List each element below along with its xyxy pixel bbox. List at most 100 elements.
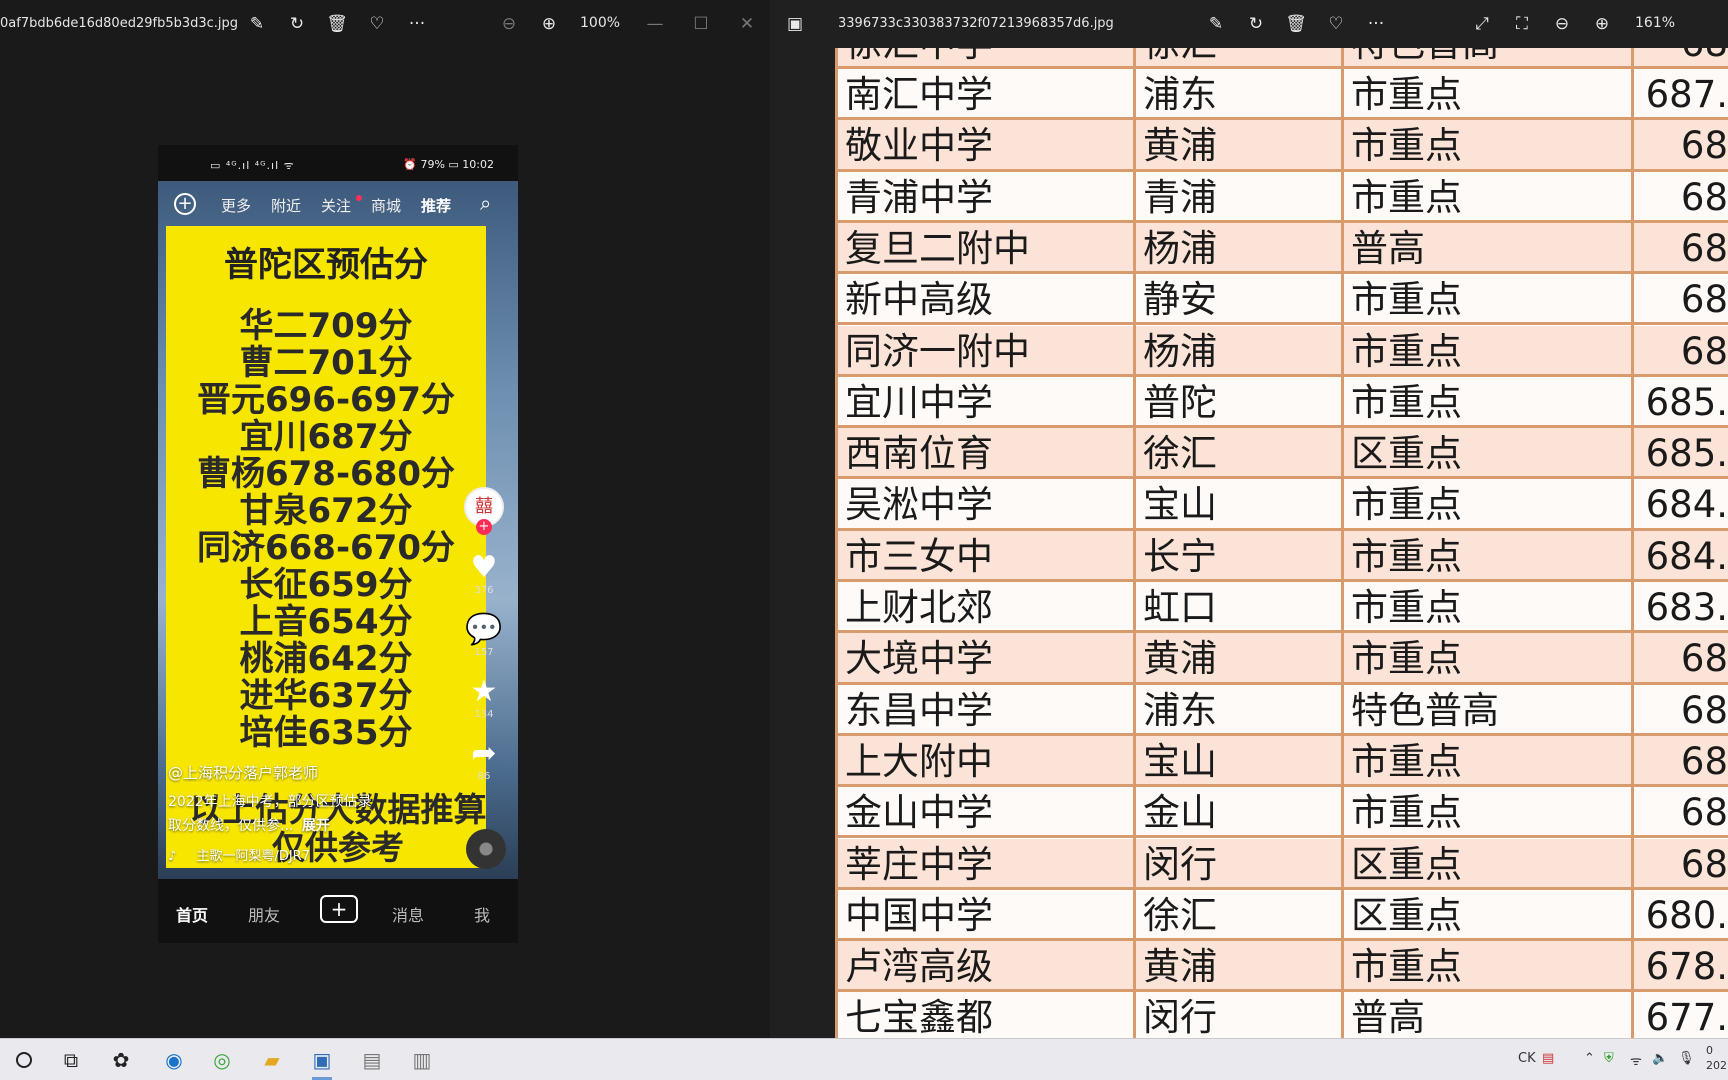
cell-score: 684.: [1645, 483, 1728, 527]
column-divider: [1631, 48, 1634, 1038]
score-line: 曹杨678-680分: [196, 454, 456, 494]
score-line: 晋元696-697分: [196, 380, 456, 420]
cell-type: 区重点: [1351, 432, 1462, 476]
zoom-in-icon[interactable]: ⊕: [537, 12, 561, 36]
create-plus-button[interactable]: +: [320, 895, 358, 923]
star-icon: ★: [470, 674, 498, 709]
heart-icon: ♥: [470, 550, 498, 585]
like-count: 376: [474, 585, 494, 596]
table-row: 敬业中学 黄浦 市重点 68: [835, 120, 1728, 172]
more-icon[interactable]: ···: [1364, 12, 1388, 36]
table-row: 中国中学 徐汇 区重点 680.: [835, 889, 1728, 942]
nav-follow[interactable]: 关注: [321, 195, 351, 216]
windows-taskbar: ⧉ ✿ ◉ ◎ ▰ ▣ ▤ ▥ CK ▤ ⌃ ⛨ ᯤ 🔈 🎙 0 202: [0, 1038, 1728, 1080]
cell-type: 特色普高: [1351, 688, 1499, 732]
music-disc-icon[interactable]: [466, 829, 506, 869]
favorite-icon[interactable]: ♡: [1324, 12, 1348, 36]
nav-nearby[interactable]: 附近: [271, 195, 301, 216]
tray-ime-text[interactable]: CK: [1518, 1051, 1536, 1066]
fullscreen-icon[interactable]: ⤢: [1470, 12, 1494, 36]
cell-district: 宝山: [1143, 739, 1217, 783]
task-view-icon[interactable]: ⧉: [57, 1046, 85, 1074]
music-title: 主歌一阿梨粤/DJR7: [196, 849, 310, 864]
close-icon[interactable]: ✕: [735, 12, 759, 36]
app-s-icon[interactable]: ✿: [107, 1046, 135, 1074]
cell-type: 市重点: [1351, 124, 1462, 168]
zoom-in-icon[interactable]: ⊕: [1590, 12, 1614, 36]
edge-browser-icon[interactable]: ◉: [160, 1046, 188, 1074]
bottom-nav-home[interactable]: 首页: [176, 902, 208, 926]
delete-icon[interactable]: 🗑: [325, 12, 349, 36]
tray-pdf-icon[interactable]: ▤: [1542, 1051, 1554, 1066]
bottom-nav-friends[interactable]: 朋友: [248, 902, 280, 926]
file-explorer-icon[interactable]: ▰: [258, 1046, 286, 1074]
cell-type: 市重点: [1351, 329, 1462, 373]
phone-status-bar: ▭ ⁴ᴳ.ıl ⁴ᴳ.ıl ᯤ ⏰ 79% ▭ 10:02: [158, 145, 518, 181]
green-browser-icon[interactable]: ◎: [208, 1046, 236, 1074]
cell-school: 卢湾高级: [845, 945, 993, 989]
comment-button[interactable]: 💬 157: [464, 612, 504, 659]
music-line[interactable]: ♪ 主歌一阿梨粤/DJR7: [168, 845, 310, 864]
cell-school: 上大附中: [845, 739, 993, 783]
cell-school: 青浦中学: [845, 175, 993, 219]
minimize-icon[interactable]: —: [643, 12, 667, 36]
tray-volume-icon[interactable]: 🔈: [1652, 1051, 1668, 1066]
table-row: 莘庄中学 闵行 区重点 68: [835, 838, 1728, 890]
cell-district: 普陀: [1143, 380, 1217, 424]
cell-type: 市重点: [1351, 483, 1462, 527]
zoom-out-icon[interactable]: ⊖: [1550, 12, 1574, 36]
edit-icon[interactable]: ✎: [1204, 12, 1228, 36]
cell-type: 市重点: [1351, 637, 1462, 681]
tray-chevron-up-icon[interactable]: ⌃: [1584, 1051, 1595, 1066]
maximize-icon[interactable]: ☐: [689, 12, 713, 36]
table-row: 宜川中学 普陀 市重点 685.: [835, 376, 1728, 429]
zoom-out-icon[interactable]: ⊖: [497, 12, 521, 36]
favorite-button[interactable]: ★ 134: [464, 674, 504, 721]
edit-icon[interactable]: ✎: [245, 12, 269, 36]
cell-score: 685.: [1645, 432, 1728, 476]
tray-clock[interactable]: 0 202: [1706, 1043, 1727, 1073]
app-window-icon-2[interactable]: ▥: [408, 1046, 436, 1074]
bottom-nav-messages[interactable]: 消息: [392, 902, 424, 926]
left-photo-viewer-window: 0af7bdb6de16d80ed29fb5b3d3c.jpg ✎ ↻ 🗑 ♡ …: [0, 0, 770, 1038]
cell-score: 678.: [1645, 945, 1728, 989]
bottom-nav: 首页 朋友 + 消息 我: [158, 879, 518, 943]
search-circle-icon[interactable]: [10, 1046, 38, 1074]
fit-window-icon[interactable]: ⛶: [1510, 12, 1534, 36]
tray-mic-icon[interactable]: 🎙: [1678, 1051, 1695, 1066]
column-divider: [1133, 48, 1136, 1038]
cell-school: 上财北郊: [845, 586, 993, 629]
comment-icon: 💬: [465, 612, 503, 647]
share-button[interactable]: ➦ 86: [464, 737, 504, 783]
author-name[interactable]: @上海积分落户郭老师: [168, 762, 318, 783]
table-row: 西南位育 徐汇 区重点 685.: [835, 428, 1728, 480]
search-icon[interactable]: ⌕: [480, 191, 491, 215]
rotate-icon[interactable]: ↻: [1244, 12, 1268, 36]
favorite-icon[interactable]: ♡: [365, 12, 389, 36]
add-circle-icon[interactable]: +: [174, 193, 196, 215]
nav-recommend[interactable]: 推荐: [421, 195, 451, 216]
phone-screenshot: ▭ ⁴ᴳ.ıl ⁴ᴳ.ıl ᯤ ⏰ 79% ▭ 10:02 + 更多 附近 关注…: [158, 145, 518, 943]
table-row: 青浦中学 青浦 市重点 68: [835, 171, 1728, 223]
like-button[interactable]: ♥ 376: [464, 550, 504, 597]
cell-score: 687.: [1645, 73, 1728, 116]
author-avatar[interactable]: 囍 +: [464, 487, 504, 535]
cell-score: 68: [1680, 739, 1728, 783]
follow-badge: [356, 195, 362, 201]
app-window-icon[interactable]: ▤: [358, 1046, 386, 1074]
tray-security-icon[interactable]: ⛨: [1604, 1051, 1614, 1066]
left-filename: 0af7bdb6de16d80ed29fb5b3d3c.jpg: [0, 16, 239, 31]
more-icon[interactable]: ···: [405, 12, 429, 36]
cell-school: 宜川中学: [845, 380, 993, 424]
nav-more[interactable]: 更多: [221, 195, 251, 216]
cell-score: 68: [1680, 791, 1728, 835]
video-area[interactable]: + 更多 附近 关注 商城 推荐 ⌕ 普陀区预估分 华二709分 曹二701分 …: [158, 181, 518, 879]
photos-app-icon[interactable]: ▣: [308, 1046, 336, 1080]
expand-link[interactable]: 展开: [302, 818, 330, 834]
tray-network-icon[interactable]: ᯤ: [1630, 1051, 1642, 1069]
delete-icon[interactable]: 🗑: [1284, 12, 1308, 36]
bottom-nav-me[interactable]: 我: [474, 902, 490, 926]
rotate-icon[interactable]: ↻: [285, 12, 309, 36]
image-app-icon: ▣: [786, 14, 804, 34]
nav-mall[interactable]: 商城: [371, 195, 401, 216]
